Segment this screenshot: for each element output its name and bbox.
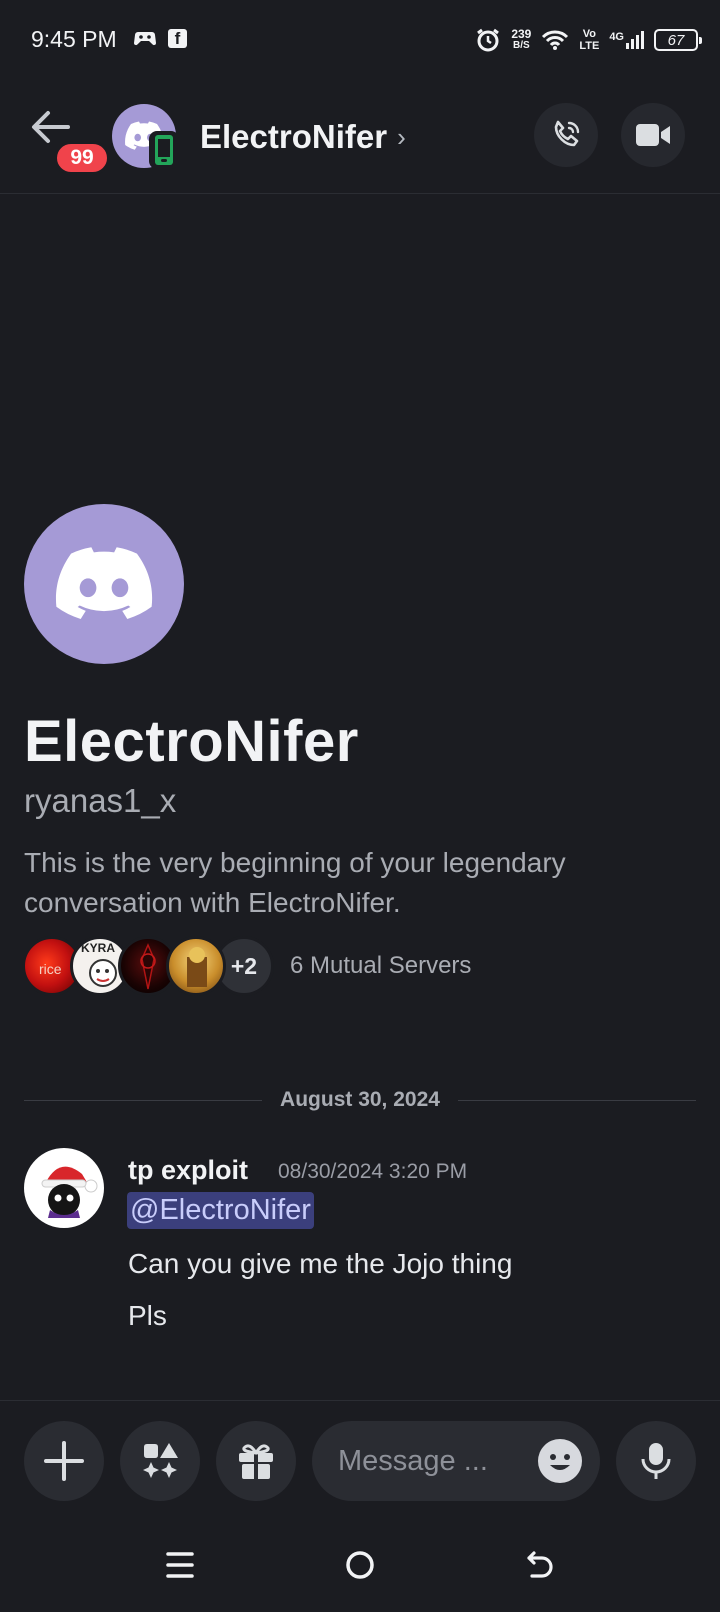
game-controller-notification-icon: [134, 32, 156, 46]
divider-line: [24, 1099, 263, 1101]
chat-header: 99 ElectroNifer ›: [0, 88, 720, 194]
server-icon: [166, 936, 226, 996]
home-circle-icon: [346, 1551, 374, 1579]
microphone-icon: [641, 1443, 671, 1479]
emoji-icon: [539, 1440, 581, 1482]
gift-button[interactable]: [216, 1421, 296, 1501]
status-bar: 9:45 PM f 239 B/S Vo LTE 4G 67: [0, 0, 720, 80]
system-nav-bar: [0, 1520, 720, 1612]
home-button[interactable]: [335, 1540, 385, 1590]
video-call-button[interactable]: [621, 103, 685, 167]
gift-icon: [239, 1444, 273, 1479]
status-time: 9:45 PM: [31, 26, 117, 52]
facebook-notification-icon: f: [168, 29, 187, 48]
plus-icon: [44, 1441, 84, 1481]
conversation-intro-text: This is the very beginning of your legen…: [24, 847, 566, 918]
message-text: Can you give me the Jojo thing: [128, 1248, 513, 1279]
video-camera-icon: [636, 124, 670, 146]
date-divider: August 30, 2024: [24, 1085, 696, 1115]
profile-username: ryanas1_x: [24, 782, 177, 819]
user-mention[interactable]: @ElectroNifer: [127, 1192, 314, 1229]
discord-logo-icon: [55, 547, 153, 619]
chat-title[interactable]: ElectroNifer ›: [200, 118, 406, 156]
phone-icon: [554, 120, 580, 147]
wifi-icon: [542, 30, 569, 50]
voice-message-button[interactable]: [616, 1421, 696, 1501]
volte-indicator: Vo LTE: [579, 28, 600, 52]
cell-signal-icon: 4G: [609, 31, 644, 49]
back-arrow-icon: [32, 111, 70, 143]
mobile-status-icon: [149, 131, 179, 169]
message-composer: [0, 1400, 720, 1520]
message-text: Pls: [128, 1300, 167, 1331]
emoji-button[interactable]: [538, 1439, 582, 1483]
mutual-servers[interactable]: rice KYRA +2 6 Mutual Servers: [22, 936, 471, 996]
chat-title-text: ElectroNifer: [200, 118, 388, 155]
battery-icon: 67: [654, 29, 702, 51]
network-speed: 239 B/S: [511, 27, 532, 51]
alarm-icon: [477, 28, 500, 52]
message-input-container[interactable]: [312, 1421, 600, 1501]
mutual-servers-label: 6 Mutual Servers: [290, 952, 472, 979]
message-author-name[interactable]: tp exploit: [128, 1155, 248, 1186]
profile-avatar[interactable]: [24, 504, 184, 664]
divider-line: [457, 1099, 696, 1101]
unread-badge: 99: [54, 141, 110, 175]
message-timestamp: 08/30/2024 3:20 PM: [278, 1160, 468, 1183]
back-gesture-icon: [527, 1551, 553, 1578]
system-back-button[interactable]: [515, 1540, 565, 1590]
recent-apps-button[interactable]: [155, 1540, 205, 1590]
menu-icon: [166, 1552, 194, 1578]
message-author-avatar[interactable]: [24, 1148, 104, 1228]
profile-display-name: ElectroNifer: [24, 709, 359, 774]
chevron-right-icon: ›: [397, 121, 406, 152]
date-divider-label: August 30, 2024: [280, 1088, 440, 1111]
attach-button[interactable]: [24, 1421, 104, 1501]
message-input[interactable]: [338, 1439, 508, 1483]
apps-button[interactable]: [120, 1421, 200, 1501]
voice-call-button[interactable]: [534, 103, 598, 167]
apps-icon: [143, 1443, 178, 1478]
